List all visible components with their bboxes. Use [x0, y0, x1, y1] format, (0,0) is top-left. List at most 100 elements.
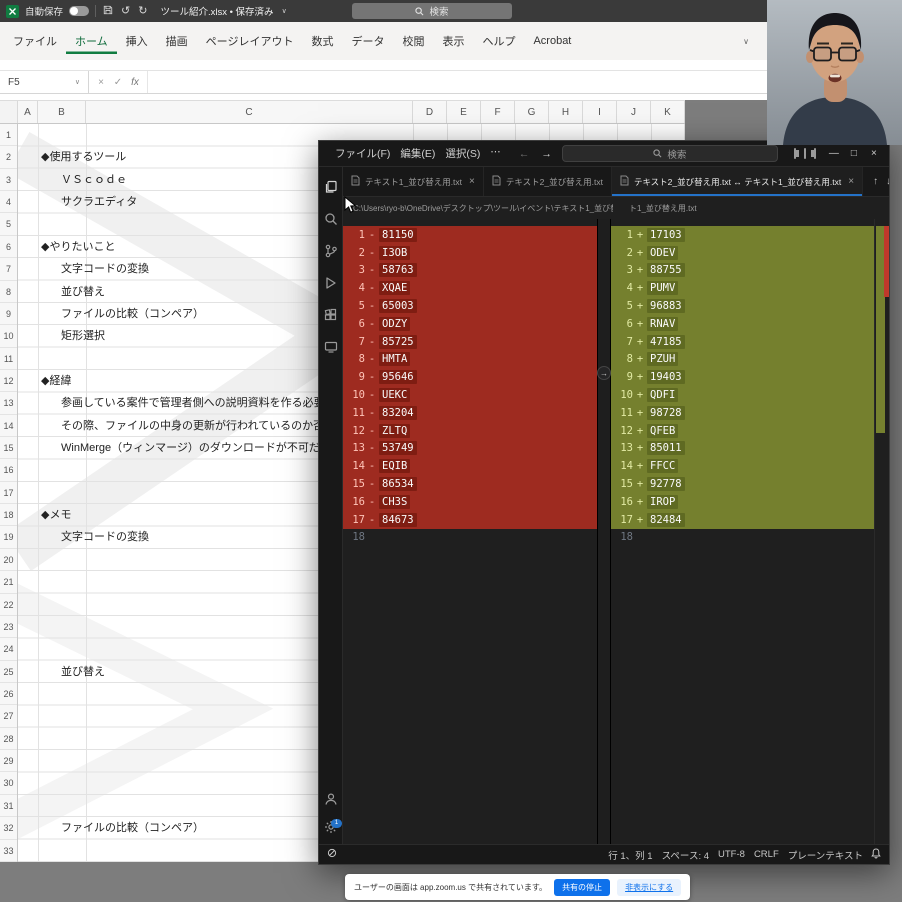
cancel-icon[interactable]: × [93, 77, 109, 88]
row-header[interactable]: 25 [0, 661, 17, 683]
row-header[interactable]: 10 [0, 325, 17, 348]
title-chevron-icon[interactable]: ∨ [282, 7, 287, 15]
sheet-cell[interactable]: ＶＳｃｏｄｅ [61, 173, 127, 187]
row-header[interactable]: 27 [0, 705, 17, 728]
diff-line[interactable]: 1 +17103 [611, 226, 876, 244]
diff-line[interactable]: 11 +98728 [611, 403, 876, 422]
diff-line[interactable]: 15 +92778 [611, 475, 876, 493]
sheet-cell[interactable]: ◆使用するツール [41, 150, 126, 164]
row-header[interactable]: 9 [0, 303, 17, 326]
toggle-panel-icon[interactable] [803, 148, 806, 159]
status-item[interactable]: 行 1、列 1 [608, 848, 652, 862]
sheet-cell[interactable]: 矩形選択 [61, 329, 105, 343]
diff-line[interactable]: 16 + IROP [611, 492, 876, 511]
diff-divider[interactable]: → [597, 219, 611, 844]
vscode-menu-item[interactable]: ファイル(F) [335, 146, 390, 161]
diff-line[interactable]: 14- EQIB [343, 457, 597, 476]
redo-icon[interactable]: ↻ [137, 5, 148, 17]
diff-jump-arrow-icon[interactable]: → [597, 366, 611, 380]
sheet-cell[interactable]: ファイルの比較（コンペア） [61, 821, 204, 835]
diff-line[interactable]: 5-65003 [343, 297, 597, 315]
diff-left-pane[interactable]: 1-81150 2- I3OB 3-58763 4- XQAE 5-65003 6- ODZY 7… [343, 219, 598, 844]
diff-line[interactable]: 18 [343, 529, 597, 547]
row-header[interactable]: 24 [0, 638, 17, 661]
diff-line[interactable]: 10 + QDFI [611, 386, 876, 404]
row-header[interactable]: 8 [0, 281, 17, 303]
status-item[interactable]: UTF-8 [718, 849, 745, 860]
select-all-corner[interactable] [0, 101, 18, 123]
row-header[interactable]: 29 [0, 750, 17, 773]
row-header[interactable]: 2 [0, 146, 17, 169]
row-header[interactable]: 19 [0, 526, 17, 549]
column-header[interactable]: A [18, 101, 38, 123]
excel-ribbon-tab[interactable]: 表示 [433, 28, 473, 54]
column-header[interactable]: I [583, 101, 617, 123]
status-item[interactable]: プレーンテキスト [788, 848, 863, 862]
remote-explorer-icon[interactable] [323, 339, 338, 354]
close-icon[interactable]: × [864, 148, 884, 159]
row-header[interactable]: 13 [0, 392, 17, 415]
row-header[interactable]: 4 [0, 191, 17, 214]
row-header[interactable]: 14 [0, 415, 17, 438]
diff-line[interactable]: 12- ZLTQ [343, 421, 597, 440]
diff-line[interactable]: 17-84673 [343, 510, 597, 529]
diff-line[interactable]: 17 +82484 [611, 510, 876, 529]
column-header[interactable]: C [86, 101, 413, 123]
vscode-search-box[interactable]: 検索 [561, 145, 778, 162]
column-header[interactable]: J [617, 101, 651, 123]
row-header[interactable]: 18 [0, 504, 17, 527]
diff-line[interactable]: 4 + PUMV [611, 279, 876, 298]
diff-line[interactable]: 9-95646 [343, 368, 597, 387]
editor-tab[interactable]: テキスト2_並び替え用.txt [483, 167, 612, 196]
ribbon-collapse-icon[interactable]: ∨ [743, 37, 749, 46]
row-header[interactable]: 33 [0, 840, 17, 862]
diff-line[interactable]: 14 + FFCC [611, 457, 876, 476]
source-control-icon[interactable] [323, 243, 338, 258]
diff-line[interactable]: 8- HMTA [343, 350, 597, 369]
row-header[interactable]: 7 [0, 258, 17, 281]
sheet-cell[interactable]: サクラエディタ [61, 195, 137, 209]
row-header[interactable]: 21 [0, 571, 17, 594]
diff-line[interactable]: 12 + QFEB [611, 421, 876, 440]
extensions-icon[interactable] [323, 307, 338, 322]
notifications-bell-icon[interactable] [871, 847, 881, 862]
column-header[interactable]: E [447, 101, 481, 123]
column-header[interactable]: F [481, 101, 515, 123]
account-icon[interactable] [323, 791, 338, 806]
status-problems-icon[interactable] [327, 848, 337, 861]
insert-function-icon[interactable]: fx [127, 77, 143, 88]
row-header[interactable]: 3 [0, 169, 17, 192]
autosave-toggle[interactable] [69, 6, 90, 16]
row-header[interactable]: 31 [0, 795, 17, 818]
diff-line[interactable]: 1-81150 [343, 226, 597, 244]
enter-icon[interactable]: ✓ [110, 77, 126, 88]
diff-line[interactable]: 13 +85011 [611, 439, 876, 458]
status-item[interactable]: CRLF [754, 849, 779, 860]
excel-ribbon-tab[interactable]: 校閲 [393, 28, 433, 54]
diff-line[interactable]: 8 + PZUH [611, 350, 876, 369]
toggle-secondary-sidebar-icon[interactable] [810, 148, 816, 159]
row-header[interactable]: 22 [0, 594, 17, 616]
row-header[interactable]: 16 [0, 459, 17, 482]
breadcrumb-left-path[interactable]: C:\Users\ryo-b\OneDrive\デスクトップ\ツール\イベント\… [353, 203, 613, 214]
status-item[interactable]: スペース: 4 [662, 848, 709, 862]
row-header[interactable]: 11 [0, 348, 17, 370]
vscode-menu-item[interactable]: ⋯ [490, 146, 501, 161]
diff-line[interactable]: 7 +47185 [611, 332, 876, 351]
excel-ribbon-tab[interactable]: 数式 [302, 28, 342, 54]
row-header[interactable]: 30 [0, 772, 17, 795]
row-header[interactable]: 12 [0, 370, 17, 393]
diff-line[interactable]: 5 +96883 [611, 297, 876, 315]
vscode-menu-item[interactable]: 選択(S) [445, 146, 480, 161]
excel-ribbon-tab[interactable]: Acrobat [524, 30, 580, 52]
tab-close-icon[interactable]: × [469, 176, 475, 187]
column-header[interactable]: G [515, 101, 549, 123]
diff-line[interactable]: 11-83204 [343, 403, 597, 422]
editor-tab[interactable]: テキスト1_並び替え用.txt × [343, 167, 484, 196]
formula-input[interactable] [148, 71, 767, 93]
row-header[interactable]: 32 [0, 817, 17, 840]
hide-bar-button[interactable]: 非表示にする [617, 878, 682, 896]
excel-ribbon-tab[interactable]: ヘルプ [473, 28, 524, 54]
diff-line[interactable]: 7-85725 [343, 332, 597, 351]
excel-search-box[interactable]: 検索 [352, 3, 512, 19]
